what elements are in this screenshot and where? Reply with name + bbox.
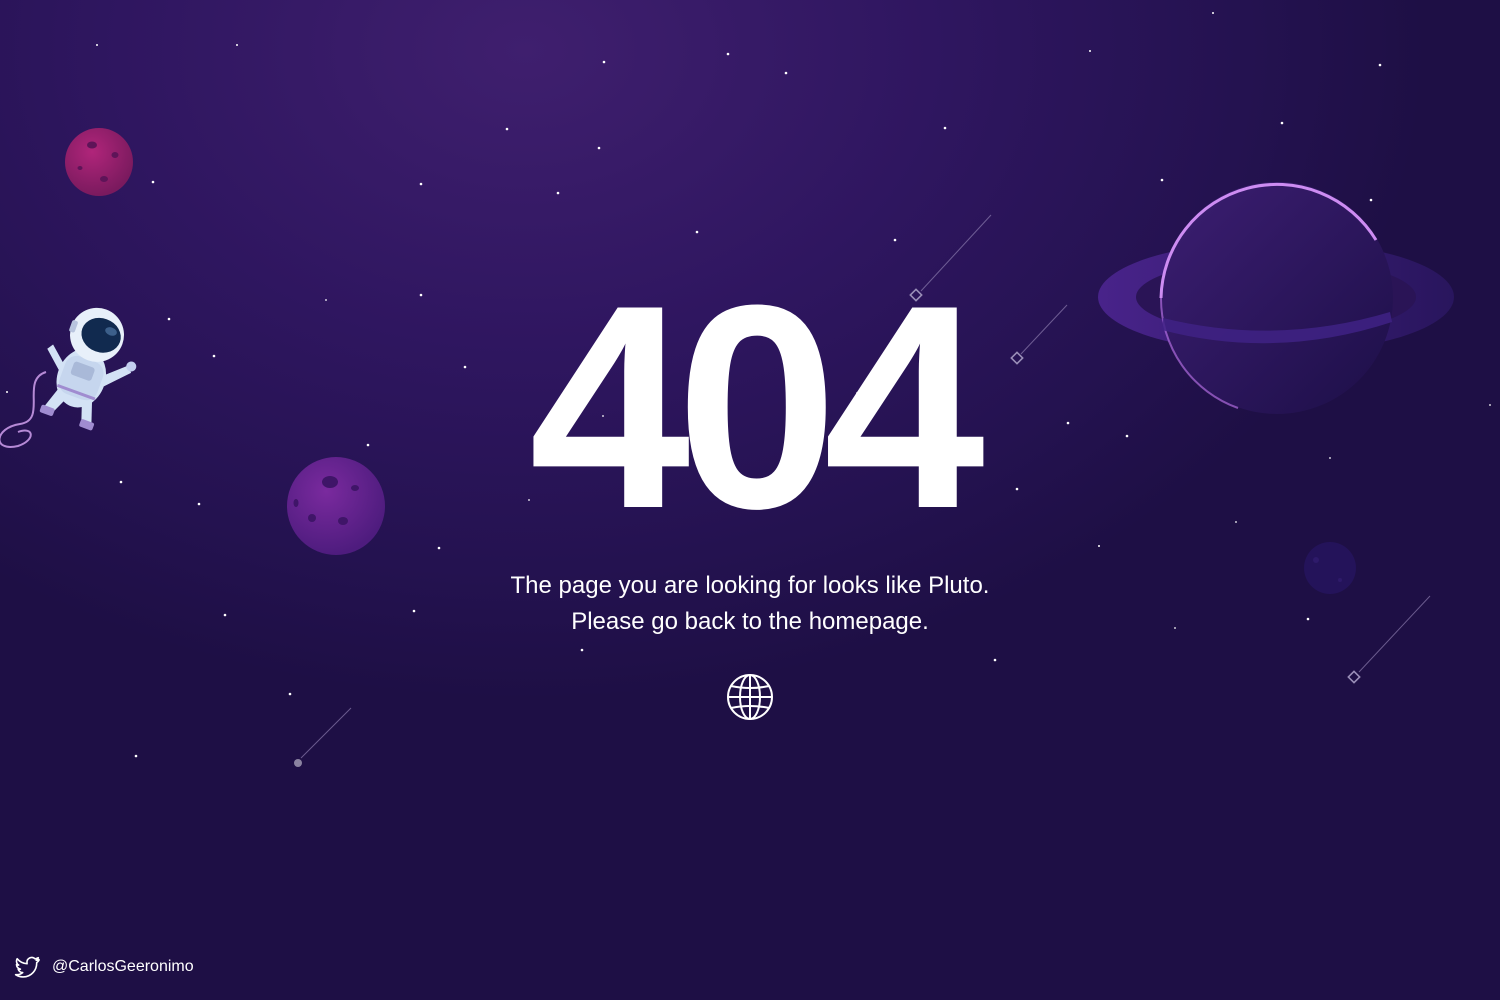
twitter-icon	[14, 956, 40, 978]
error-message: The page you are looking for looks like …	[0, 568, 1500, 640]
homepage-link[interactable]	[725, 672, 775, 722]
pink-planet	[65, 128, 133, 196]
error-message-line-2: Please go back to the homepage.	[571, 608, 929, 635]
error-code: 404	[529, 245, 985, 569]
twitter-handle-link[interactable]: @CarlosGeeronimo	[52, 958, 194, 976]
error-message-line-1: The page you are looking for looks like …	[510, 572, 990, 599]
footer: @CarlosGeeronimo	[14, 953, 194, 981]
globe-icon	[727, 674, 773, 720]
